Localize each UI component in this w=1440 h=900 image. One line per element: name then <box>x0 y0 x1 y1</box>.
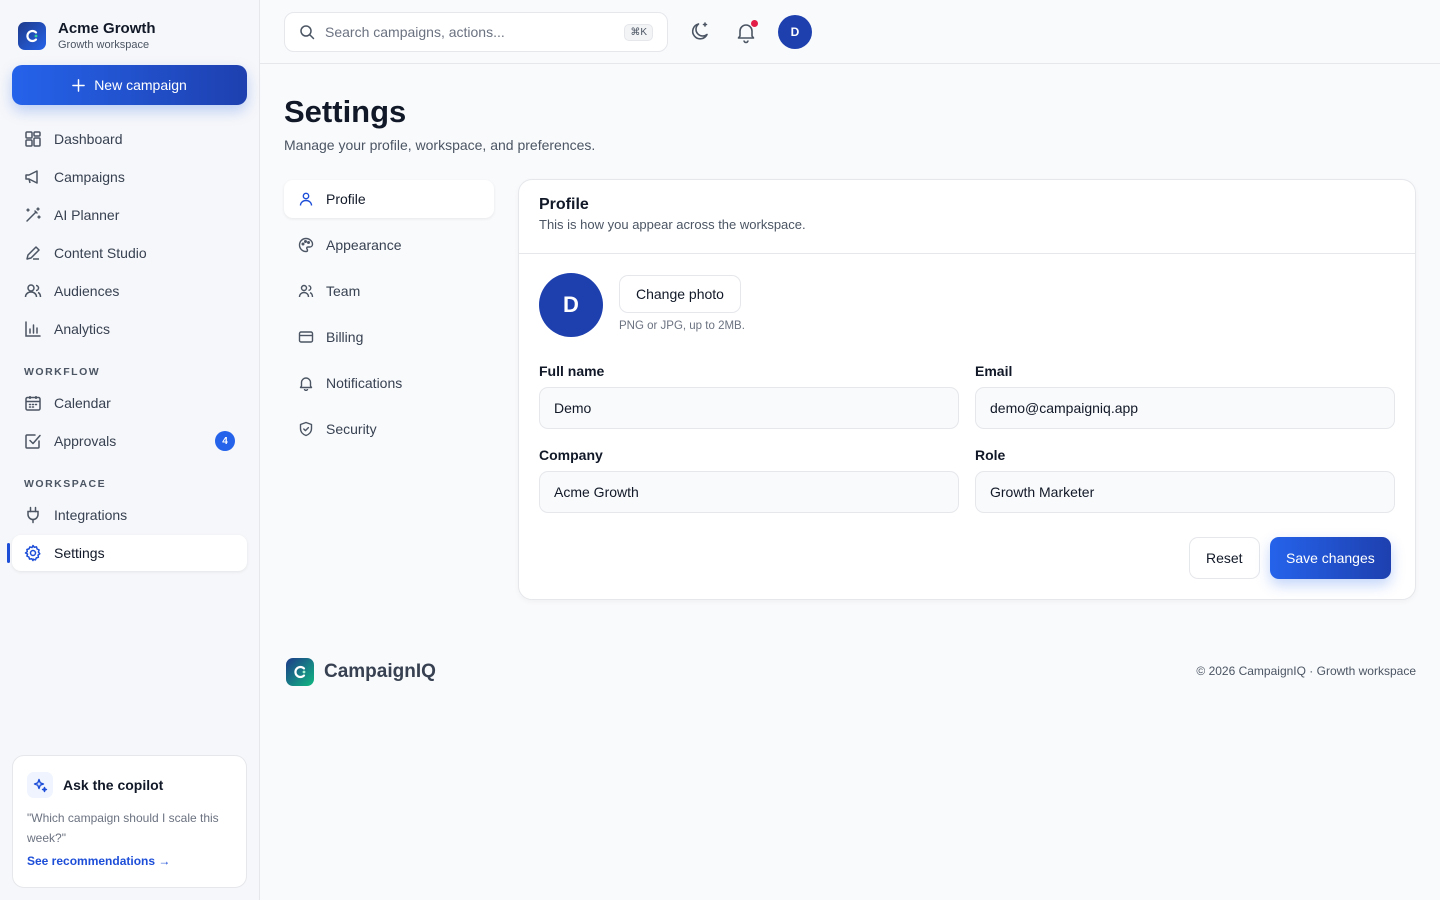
approvals-count-badge: 4 <box>215 431 235 451</box>
theme-toggle-button[interactable] <box>688 20 712 44</box>
pen-icon <box>26 246 40 260</box>
tab-team[interactable]: Team <box>284 272 494 310</box>
users-icon <box>24 284 42 298</box>
company-label: Company <box>539 447 603 463</box>
check-square-icon <box>25 434 41 449</box>
notification-dot <box>751 20 758 27</box>
full-name-label: Full name <box>539 363 605 379</box>
change-photo-button[interactable]: Change photo <box>619 275 741 313</box>
search-input[interactable] <box>325 24 615 40</box>
bar-chart-icon <box>25 321 41 337</box>
role-input[interactable] <box>975 471 1395 513</box>
page-subtitle: Manage your profile, workspace, and pref… <box>284 137 596 153</box>
workspace-section-label: WORKSPACE <box>24 478 107 490</box>
brand-logo-icon <box>18 22 46 50</box>
footer-brand-name: CampaignIQ <box>324 661 436 682</box>
active-indicator <box>7 543 10 563</box>
sidebar-item-label: Integrations <box>54 507 128 523</box>
sidebar-item-label: Dashboard <box>54 131 123 147</box>
profile-card: Profile This is how you appear across th… <box>518 179 1416 600</box>
copilot-title: Ask the copilot <box>63 777 164 793</box>
sidebar-item-analytics[interactable]: Analytics <box>12 311 247 347</box>
email-input[interactable] <box>975 387 1395 429</box>
workflow-section-label: WORKFLOW <box>24 366 101 378</box>
footer-brand: CampaignIQ <box>286 658 436 686</box>
plug-icon <box>27 506 39 524</box>
reset-button[interactable]: Reset <box>1189 537 1260 579</box>
profile-card-header: Profile This is how you appear across th… <box>519 180 1415 254</box>
brand-name: Acme Growth <box>58 20 156 37</box>
tab-billing[interactable]: Billing <box>284 318 494 356</box>
sidebar-item-label: Audiences <box>54 283 120 299</box>
palette-icon <box>298 237 314 253</box>
photo-hint: PNG or JPG, up to 2MB. <box>619 320 745 332</box>
new-campaign-button[interactable]: New campaign <box>12 65 247 105</box>
tab-security[interactable]: Security <box>284 410 494 448</box>
search-icon <box>300 25 315 40</box>
sidebar: Acme Growth Growth workspace New campaig… <box>0 0 260 900</box>
topbar: ⌘K D <box>260 0 1440 64</box>
page-title: Settings <box>284 94 407 129</box>
full-name-input[interactable] <box>539 387 959 429</box>
plus-icon <box>72 78 86 92</box>
search-box[interactable]: ⌘K <box>284 12 668 52</box>
sidebar-item-label: Settings <box>54 545 105 561</box>
user-avatar[interactable]: D <box>778 15 812 49</box>
gear-icon <box>24 544 41 562</box>
sidebar-item-label: Calendar <box>54 395 111 411</box>
megaphone-icon <box>25 170 38 184</box>
dashboard-icon <box>25 131 41 147</box>
user-icon <box>299 192 313 206</box>
role-label: Role <box>975 447 1006 463</box>
tab-notifications[interactable]: Notifications <box>284 364 494 402</box>
save-changes-button[interactable]: Save changes <box>1270 537 1391 579</box>
sidebar-item-dashboard[interactable]: Dashboard <box>12 121 247 157</box>
profile-card-subtitle: This is how you appear across the worksp… <box>539 217 806 232</box>
sparkle-icon <box>27 772 53 798</box>
brand-subtitle: Growth workspace <box>58 39 150 51</box>
tab-label: Team <box>326 283 361 299</box>
email-label: Email <box>975 363 1013 379</box>
sidebar-item-approvals[interactable]: Approvals 4 <box>12 423 247 459</box>
sidebar-item-settings[interactable]: Settings <box>12 535 247 571</box>
copilot-quote: "Which campaign should I scale this week… <box>27 811 219 845</box>
calendar-icon <box>25 396 41 411</box>
sidebar-item-integrations[interactable]: Integrations <box>12 497 247 533</box>
sidebar-item-ai-planner[interactable]: AI Planner <box>12 197 247 233</box>
search-shortcut-hint: ⌘K <box>624 23 653 41</box>
copilot-card: Ask the copilot "Which campaign should I… <box>12 755 247 888</box>
sidebar-item-campaigns[interactable]: Campaigns <box>12 159 247 195</box>
see-recommendations-link[interactable]: See recommendations → <box>27 854 232 868</box>
tab-label: Profile <box>326 191 366 207</box>
team-icon <box>298 284 314 298</box>
credit-card-icon <box>298 331 314 343</box>
profile-card-title: Profile <box>539 196 589 213</box>
tab-label: Appearance <box>326 237 402 253</box>
company-input[interactable] <box>539 471 959 513</box>
footer-copyright: © 2026 CampaignIQ · Growth workspace <box>1196 664 1416 678</box>
sidebar-item-label: Analytics <box>54 321 111 337</box>
tab-label: Billing <box>326 329 364 345</box>
moon-icon <box>691 22 708 40</box>
sidebar-item-audiences[interactable]: Audiences <box>12 273 247 309</box>
shield-icon <box>299 421 313 437</box>
sidebar-item-label: Content Studio <box>54 245 147 261</box>
tab-label: Security <box>326 421 377 437</box>
new-campaign-label: New campaign <box>94 77 187 93</box>
campaigniq-logo-icon <box>286 658 314 686</box>
tab-label: Notifications <box>326 375 403 391</box>
magic-wand-icon <box>26 207 41 222</box>
bell-icon <box>299 377 313 391</box>
tab-appearance[interactable]: Appearance <box>284 226 494 264</box>
sidebar-item-label: Campaigns <box>54 169 125 185</box>
sidebar-item-calendar[interactable]: Calendar <box>12 385 247 421</box>
brand[interactable]: Acme Growth Growth workspace <box>18 20 156 52</box>
sidebar-item-content-studio[interactable]: Content Studio <box>12 235 247 271</box>
notifications-button[interactable] <box>734 20 758 44</box>
sidebar-item-label: Approvals <box>54 433 117 449</box>
sidebar-item-label: AI Planner <box>54 207 120 223</box>
tab-profile[interactable]: Profile <box>284 180 494 218</box>
profile-avatar: D <box>539 273 603 337</box>
